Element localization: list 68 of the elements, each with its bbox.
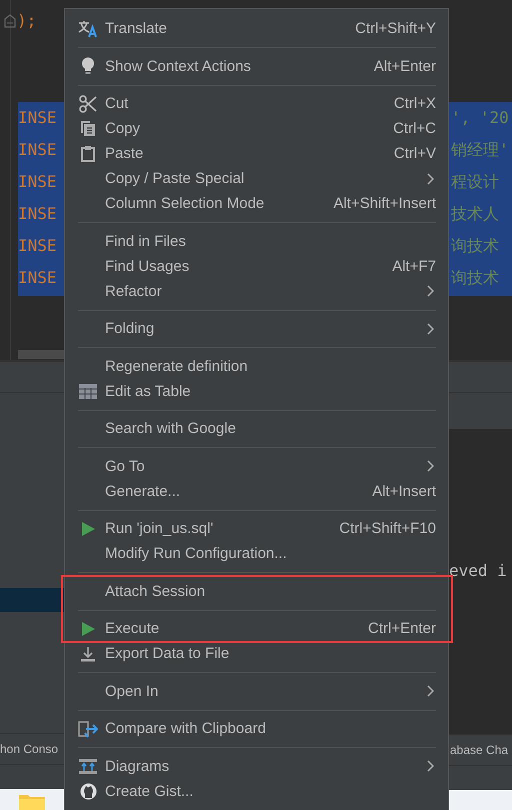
code-text: INSE <box>18 203 58 225</box>
menu-item[interactable]: Find in Files <box>65 228 436 254</box>
lightbulb-icon <box>81 57 95 75</box>
shortcut-text: Ctrl+V <box>394 145 436 162</box>
download-icon <box>80 646 96 662</box>
menu-item[interactable]: Open In <box>65 678 436 704</box>
shortcut-text: Alt+Enter <box>374 58 436 74</box>
shortcut-text: Ctrl+X <box>394 95 436 112</box>
code-text: INSE <box>18 107 58 129</box>
folder-icon[interactable] <box>18 792 46 810</box>
menu-item[interactable]: Cut Ctrl+X <box>65 91 436 116</box>
cat-logo-icon <box>80 782 96 800</box>
copy-icon <box>80 120 96 137</box>
code-text: ', '20 <box>450 107 510 129</box>
selected-row[interactable] <box>0 588 64 612</box>
code-text: 询技术 <box>450 235 500 257</box>
code-text: 询技术 <box>450 267 500 289</box>
menu-item[interactable]: Generate... Alt+Insert <box>65 478 436 504</box>
menu-item[interactable]: Execute Ctrl+Enter <box>65 616 436 641</box>
clipboard-icon <box>81 145 95 162</box>
play-icon <box>82 622 94 636</box>
compare-icon <box>78 720 98 738</box>
shortcut-text: Alt+F7 <box>392 258 436 274</box>
menu-item[interactable]: Copy Ctrl+C <box>65 116 436 141</box>
shortcut-text: Ctrl+C <box>393 120 436 137</box>
menu-item[interactable]: Column Selection Mode Alt+Shift+Insert <box>65 191 436 216</box>
menu-item[interactable]: Regenerate definition <box>65 354 436 378</box>
shortcut-text: Alt+Insert <box>372 482 436 500</box>
code-text: ); <box>17 10 36 32</box>
menu-item[interactable]: Attach Session <box>65 578 436 604</box>
code-text: 程设计 <box>450 171 500 193</box>
menu-item[interactable]: Edit as Table <box>65 378 436 404</box>
code-text: 销经理' <box>450 139 510 161</box>
menu-item[interactable]: Find Usages Alt+F7 <box>65 254 436 278</box>
diagram-icon <box>79 758 97 774</box>
menu-item[interactable]: Refactor <box>65 278 436 304</box>
console-text: eved i <box>449 561 508 581</box>
tool-tab[interactable]: hon Conso <box>0 742 58 756</box>
code-text: INSE <box>18 171 58 193</box>
menu-item[interactable]: Show Context Actions Alt+Enter <box>65 54 436 78</box>
code-text: INSE <box>18 139 58 161</box>
menu-item[interactable]: Export Data to File <box>65 641 436 666</box>
menu-item[interactable]: Run 'join_us.sql' Ctrl+Shift+F10 <box>65 516 436 541</box>
code-text: INSE <box>18 235 58 257</box>
code-text: INSE <box>18 267 58 289</box>
shortcut-text: Ctrl+Shift+Y <box>355 20 436 37</box>
translate-icon <box>78 20 98 38</box>
menu-item[interactable]: Translate Ctrl+Shift+Y <box>65 16 436 41</box>
shortcut-text: Ctrl+Shift+F10 <box>339 520 436 537</box>
scrollbar[interactable] <box>18 350 64 359</box>
menu-item[interactable]: Copy / Paste Special <box>65 166 436 191</box>
menu-item[interactable]: Search with Google <box>65 416 436 441</box>
menu-item[interactable]: Create Gist... <box>65 778 436 804</box>
shortcut-text: Ctrl+Enter <box>368 620 436 637</box>
code-text: 技术人 <box>450 203 500 225</box>
scissors-icon <box>79 94 97 112</box>
taskbar <box>449 790 512 810</box>
menu-item[interactable]: Compare with Clipboard <box>65 716 436 741</box>
table-icon <box>79 384 97 398</box>
menu-item[interactable]: Modify Run Configuration... <box>65 541 436 566</box>
fold-icon[interactable] <box>4 14 16 28</box>
tool-tab[interactable]: abase Cha <box>449 743 508 757</box>
menu-item[interactable]: Diagrams <box>65 754 436 778</box>
menu-item[interactable]: Paste Ctrl+V <box>65 141 436 166</box>
menu-item[interactable]: Folding <box>65 316 436 341</box>
play-icon <box>82 522 94 536</box>
shortcut-text: Alt+Shift+Insert <box>333 195 436 212</box>
menu-item[interactable]: Go To <box>65 454 436 478</box>
